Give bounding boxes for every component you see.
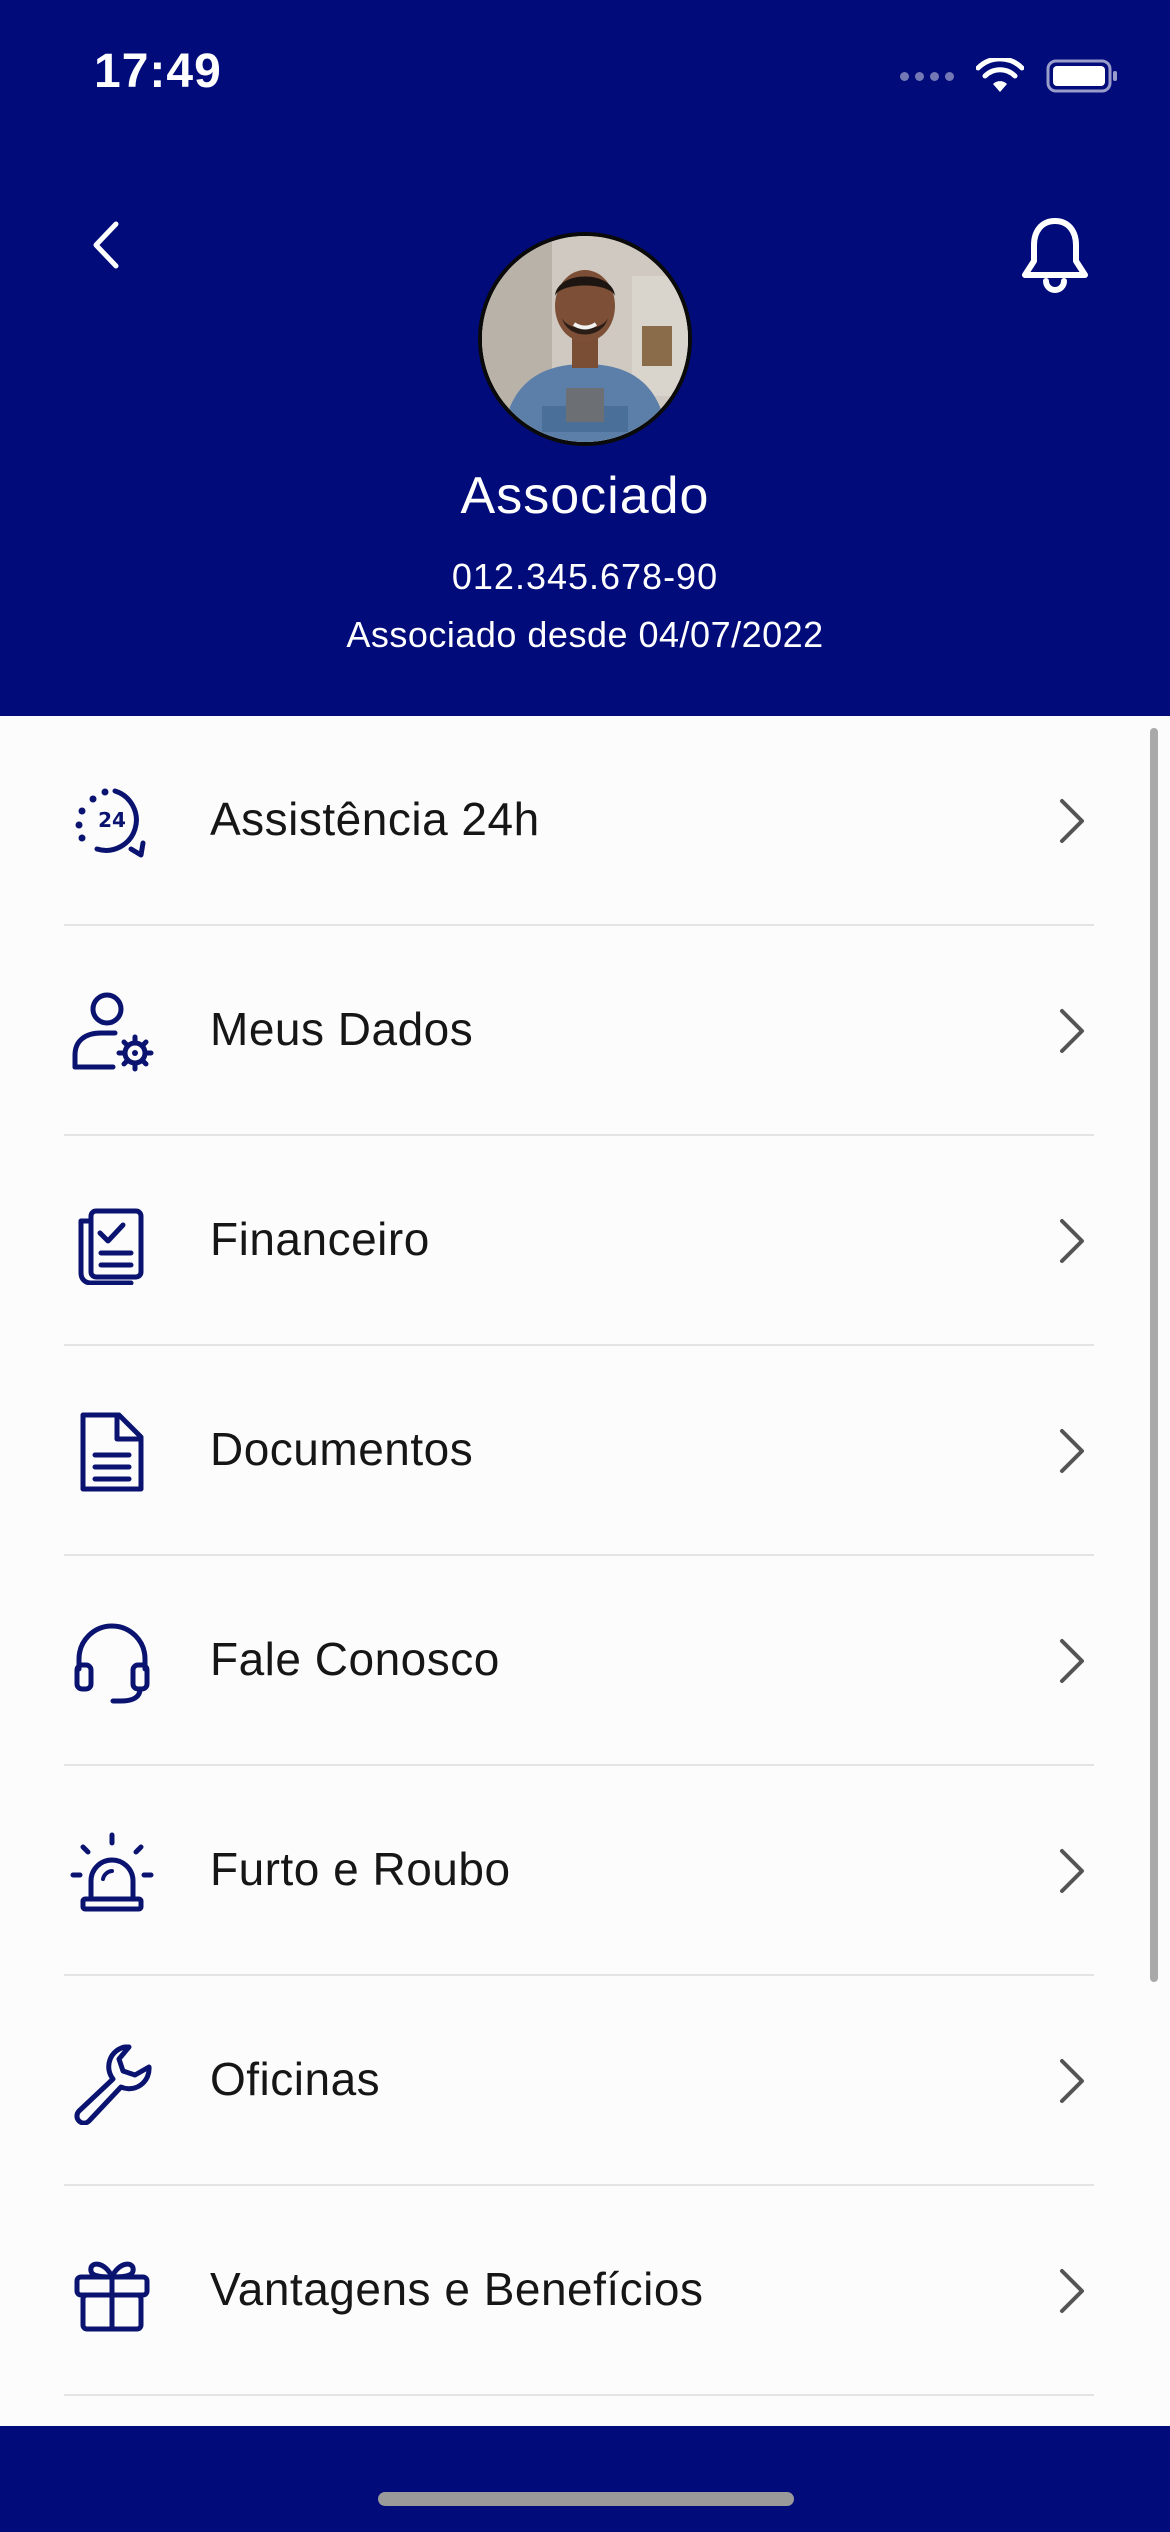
back-button[interactable] — [70, 200, 140, 290]
bottom-bar — [0, 2426, 1170, 2532]
user-settings-icon — [66, 986, 158, 1078]
menu-item-label: Furto e Roubo — [210, 1843, 511, 1895]
menu-item-label: Meus Dados — [210, 1003, 474, 1055]
menu-item-vantagens-e-beneficios[interactable]: Vantagens e Benefícios — [0, 2186, 1170, 2396]
scrollbar[interactable] — [1150, 728, 1158, 1982]
profile-document: 012.345.678-90 — [451, 556, 719, 597]
menu-item-label: Documentos — [210, 1423, 474, 1475]
chevron-right-icon — [1060, 1219, 1084, 1263]
headset-icon — [66, 1616, 158, 1708]
svg-text:24: 24 — [98, 808, 126, 832]
chevron-right-icon — [1060, 2059, 1084, 2103]
avatar-photo — [482, 236, 688, 442]
chevron-left-icon — [93, 221, 119, 269]
wifi-icon — [976, 58, 1024, 92]
assistance-24h-icon: 24 — [66, 776, 158, 868]
bell-icon — [1022, 218, 1088, 293]
status-bar-icons — [900, 52, 1120, 100]
divider — [64, 2394, 1094, 2396]
chevron-right-icon — [1060, 1009, 1084, 1053]
menu-item-fale-conosco[interactable]: Fale Conosco — [0, 1556, 1170, 1766]
menu-item-furto-e-roubo[interactable]: Furto e Roubo — [0, 1766, 1170, 1976]
profile-name: Associado — [460, 467, 710, 525]
battery-icon — [1046, 59, 1117, 93]
menu-item-meus-dados[interactable]: Meus Dados — [0, 926, 1170, 1136]
menu-item-oficinas[interactable]: Oficinas — [0, 1976, 1170, 2186]
signal-dots-icon — [900, 71, 954, 81]
financial-documents-icon — [66, 1196, 158, 1288]
profile-header: 17:49 Associado 012.345.678-90 Associado… — [0, 0, 1170, 716]
menu-item-label: Financeiro — [210, 1213, 430, 1265]
menu-item-assistencia-24h[interactable]: 24 Assistência 24h — [0, 716, 1170, 926]
wrench-icon — [66, 2036, 158, 2128]
chevron-right-icon — [1060, 799, 1084, 843]
chevron-right-icon — [1060, 1639, 1084, 1683]
profile-screen: 17:49 Associado 012.345.678-90 Associado… — [0, 0, 1170, 2532]
siren-icon — [66, 1826, 158, 1918]
menu-item-label: Vantagens e Benefícios — [210, 2263, 704, 2315]
chevron-right-icon — [1060, 1849, 1084, 1893]
profile-member-since: Associado desde 04/07/2022 — [346, 614, 824, 655]
menu-item-financeiro[interactable]: Financeiro — [0, 1136, 1170, 1346]
document-icon — [66, 1406, 158, 1498]
menu-list: 24 Assistência 24h Meus Dados Financeiro… — [0, 716, 1170, 2426]
avatar[interactable] — [478, 232, 692, 446]
notifications-button[interactable] — [1010, 210, 1100, 300]
gift-icon — [66, 2246, 158, 2338]
home-indicator[interactable] — [378, 2492, 794, 2506]
menu-item-label: Fale Conosco — [210, 1633, 500, 1685]
menu-item-documentos[interactable]: Documentos — [0, 1346, 1170, 1556]
chevron-right-icon — [1060, 1429, 1084, 1473]
status-bar-time: 17:49 — [94, 45, 222, 98]
chevron-right-icon — [1060, 2269, 1084, 2313]
menu-item-label: Oficinas — [210, 2053, 381, 2105]
menu-item-label: Assistência 24h — [210, 793, 540, 845]
